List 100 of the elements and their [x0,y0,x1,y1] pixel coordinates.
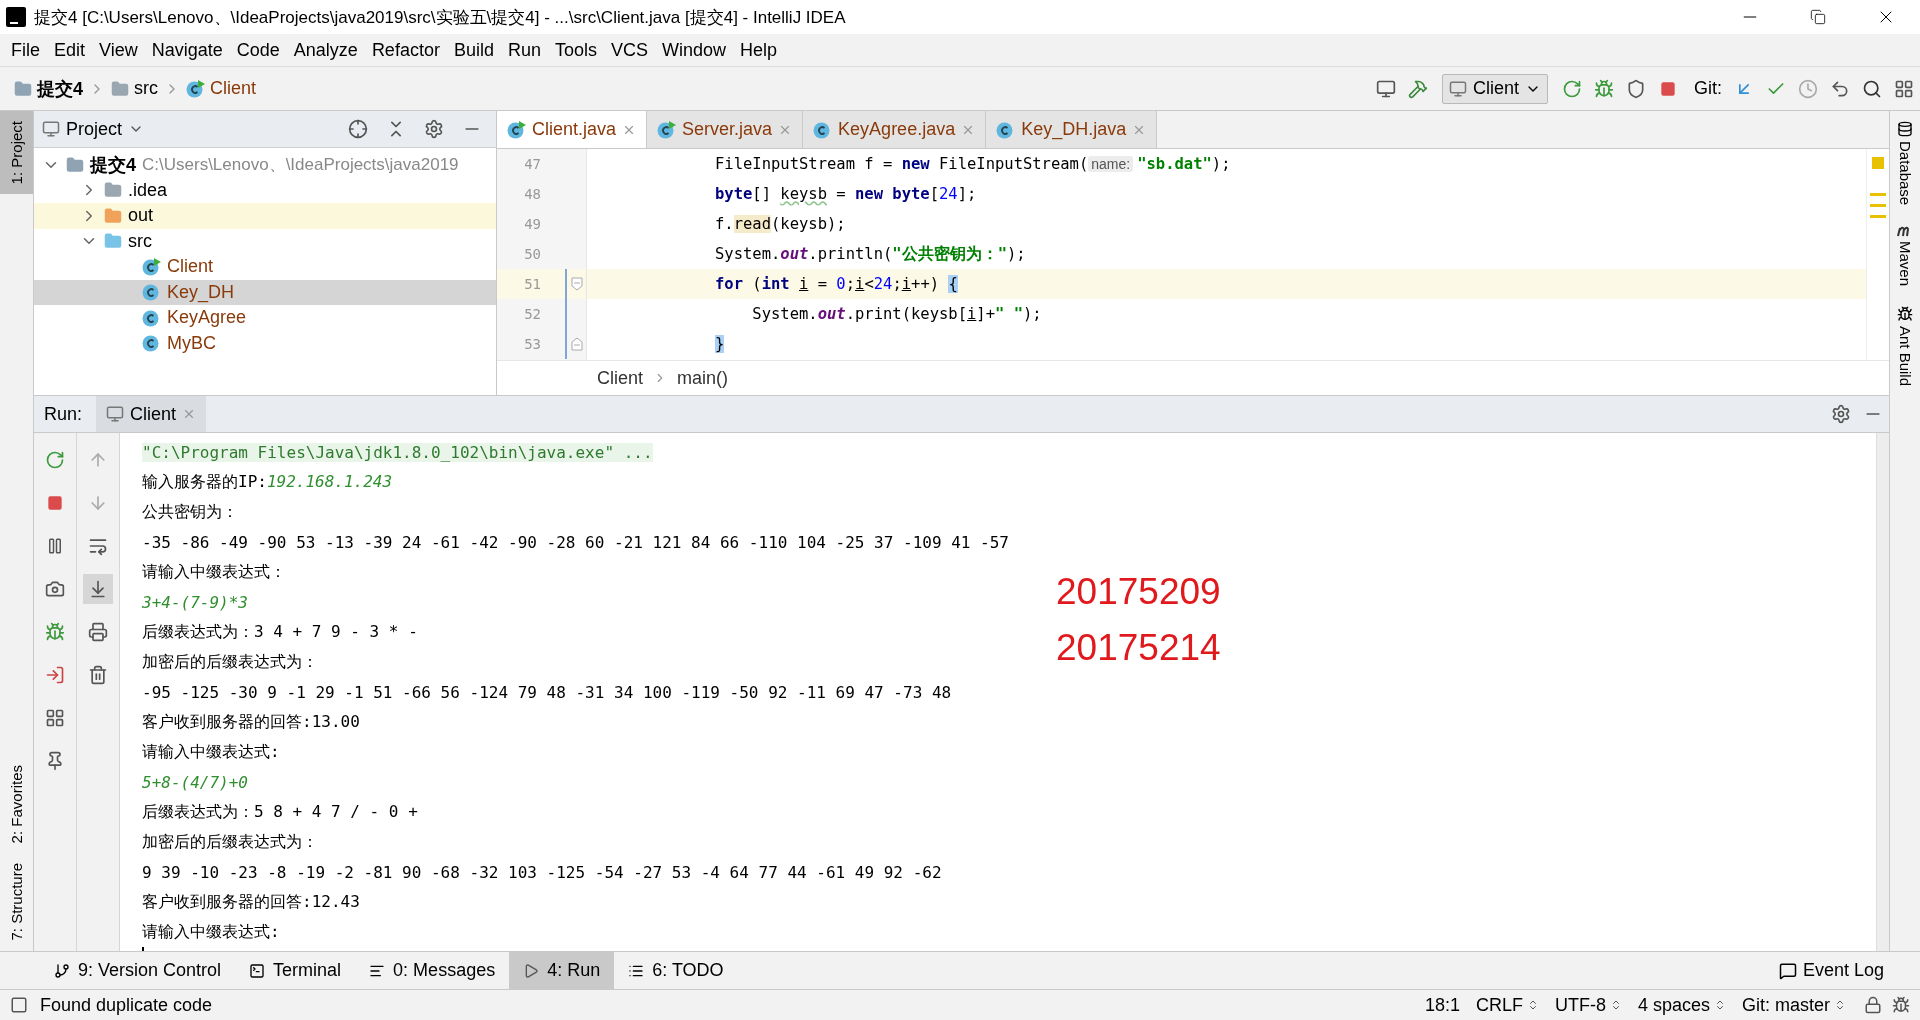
tool-window-tab[interactable]: Terminal [235,952,356,989]
tree-item[interactable]: out [34,203,496,229]
menu-item[interactable]: View [92,39,145,61]
pin-icon[interactable] [45,751,65,771]
status-item[interactable]: 4 spaces [1629,994,1734,1016]
runnable-class-icon [657,120,677,139]
settings-icon[interactable] [424,119,444,139]
run-tab[interactable]: Client [96,396,207,432]
tree-item[interactable]: KeyAgree [34,305,496,331]
window-icon[interactable] [1375,78,1396,99]
up-down-arrow-icon [1834,999,1846,1011]
shield-icon[interactable] [1626,78,1646,99]
lock-icon[interactable] [1864,996,1882,1014]
tool-window-button[interactable]: Database [1896,121,1914,206]
console-line: 5+8-(4/7)+0 [142,772,248,792]
warning-marker[interactable] [1870,204,1886,207]
status-item[interactable]: Git: master [1734,994,1854,1016]
bug-icon[interactable] [1594,78,1614,99]
tool-window-tab[interactable]: 0: Messages [355,952,510,989]
rerun-icon[interactable] [45,450,65,470]
breadcrumb-item[interactable]: Client [597,367,644,389]
menu-item[interactable]: Edit [47,39,93,61]
event-log-button[interactable]: Event Log [1772,959,1890,982]
breadcrumb-item[interactable]: 提交4 [37,76,83,101]
code-line: for (int i = 0;i<24;i++) { [714,275,958,293]
breadcrumb-item[interactable]: src [134,78,158,99]
menu-item[interactable]: Run [500,39,548,61]
fold-marker[interactable] [571,337,583,351]
class-icon [142,334,161,353]
play-icon [523,962,540,979]
tool-window-tab[interactable]: 4: Run [509,952,615,989]
trash-icon[interactable] [88,665,108,685]
annotation-text: 20175209 [1056,571,1221,613]
menu-item[interactable]: Window [655,39,734,61]
restore-icon[interactable] [1810,9,1826,25]
structure-icon[interactable] [1894,78,1914,99]
line-number: 53 [523,336,541,352]
tool-window-button[interactable]: 2: Favorites [0,755,33,854]
console-line: 加密后的后缀表达式为： [142,651,318,673]
line-number: 50 [523,246,541,262]
tool-window-button[interactable]: Ant Build [1896,306,1914,387]
status-item[interactable]: UTF-8 [1546,994,1630,1016]
crosshair-icon[interactable] [348,119,368,139]
tree-item[interactable]: 提交4 C:\Users\Lenovo、\IdeaProjects\java2019 [34,152,496,178]
warning-marker[interactable] [1870,193,1886,196]
stop-icon[interactable] [1660,80,1676,97]
warning-marker[interactable] [1870,215,1886,218]
folder-icon [104,206,122,225]
settings-icon[interactable] [1831,404,1851,424]
breadcrumb-item[interactable]: main() [677,367,729,389]
wrap-icon[interactable] [88,536,108,556]
panel-title[interactable]: Project [66,118,123,140]
menu-item[interactable]: Analyze [286,39,365,61]
annotation-text: 20175214 [1056,627,1221,669]
tree-item[interactable]: Key_DH [34,279,496,305]
fold-marker[interactable] [571,277,583,291]
breadcrumb-item[interactable]: Client [210,78,257,99]
menu-item[interactable]: VCS [604,39,655,61]
tree-item[interactable]: .idea [34,177,496,203]
editor-tab[interactable]: Server.java [647,111,804,148]
app-icon [6,7,26,27]
run-configuration-dropdown[interactable]: Client [1441,73,1548,104]
hammer-icon[interactable] [1407,78,1428,99]
tool-window-tab[interactable]: 6: TODO [614,952,738,989]
menu-item[interactable]: Navigate [144,39,230,61]
menu-item[interactable]: Help [733,39,785,61]
tool-window-button[interactable]: 7: Structure [0,853,33,951]
layout-icon[interactable] [45,708,65,728]
bug-icon[interactable] [45,622,65,642]
menu-item[interactable]: Refactor [364,39,447,61]
menu-item[interactable]: File [4,39,47,61]
exit-icon[interactable] [45,665,65,685]
tree-item[interactable]: src [34,228,496,254]
stop-icon[interactable] [47,495,63,511]
menu-item[interactable]: Code [229,39,287,61]
tree-item[interactable]: Client [34,254,496,280]
editor-tab[interactable]: Client.java [497,111,648,148]
editor-tab[interactable]: Key_DH.java [986,111,1158,148]
menu-item[interactable]: Tools [547,39,604,61]
menu-item[interactable]: Build [446,39,501,61]
runnable-class-icon [186,79,205,98]
print-icon[interactable] [88,622,108,642]
code-line: System.out.println("公共密钥为："); [714,243,1026,265]
editor-tab[interactable]: KeyAgree.java [803,111,987,148]
status-icon[interactable] [10,996,28,1014]
search-icon[interactable] [1862,78,1882,99]
pause-icon[interactable] [46,537,64,555]
runnable-class-icon [142,257,161,276]
tool-window-button[interactable]: 1: Project [0,111,33,195]
rerun-icon[interactable] [1562,78,1582,99]
tool-window-tab[interactable]: 9: Version Control [40,952,236,989]
scrollbar[interactable] [1876,433,1889,951]
undo-icon[interactable] [1830,78,1850,99]
tree-item[interactable]: MyBC [34,330,496,356]
camera-icon[interactable] [45,579,65,599]
tool-window-button[interactable]: Maven [1896,225,1914,287]
caret-position[interactable]: 18:1 [1416,994,1468,1016]
status-item[interactable]: CRLF [1467,994,1547,1016]
bug-icon[interactable] [1892,996,1910,1014]
warning-marker[interactable] [1872,157,1884,169]
